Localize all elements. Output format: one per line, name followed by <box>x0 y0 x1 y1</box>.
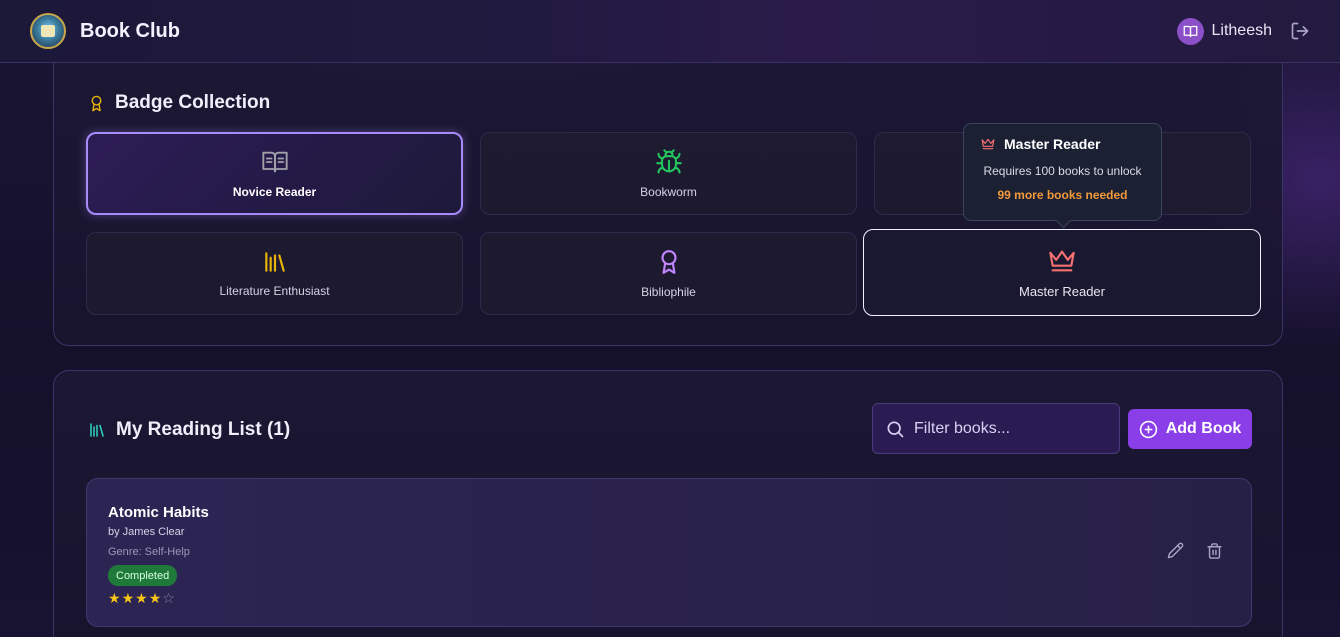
book-genre: Genre: Self-Help <box>108 546 190 558</box>
badge-novice-reader[interactable]: Novice Reader <box>86 132 463 215</box>
pencil-icon <box>1167 542 1184 559</box>
book-open-icon <box>261 151 288 173</box>
user-menu: Litheesh <box>1176 17 1311 45</box>
badge-master-reader[interactable]: Master Reader <box>863 229 1261 316</box>
crown-icon <box>1049 250 1075 271</box>
plus-circle-icon <box>1139 420 1157 438</box>
add-book-button[interactable]: Add Book <box>1128 409 1252 449</box>
bug-icon <box>655 149 682 174</box>
brand[interactable]: Book Club <box>30 13 180 49</box>
logout-button[interactable] <box>1290 21 1310 41</box>
tooltip-requirement: Requires 100 books to unlock <box>983 164 1142 178</box>
tooltip-header: Master Reader <box>980 136 1145 152</box>
filter-books-input[interactable] <box>914 419 1104 438</box>
book-item[interactable]: Atomic Habits by James Clear Genre: Self… <box>86 478 1252 627</box>
star-filled-icon[interactable]: ★ <box>108 591 121 605</box>
app-title: Book Club <box>80 19 180 42</box>
library-icon <box>90 423 104 437</box>
reading-list-card: My Reading List (1) Add Book Atomic Habi… <box>53 370 1283 637</box>
trash-icon <box>1207 543 1222 559</box>
badge-label: Bookworm <box>640 185 697 199</box>
edit-button[interactable] <box>1167 542 1184 560</box>
book-author: by James Clear <box>108 526 185 538</box>
badge-label: Master Reader <box>1019 283 1105 299</box>
star-filled-icon[interactable]: ★ <box>149 591 162 605</box>
tooltip-title: Master Reader <box>1004 136 1101 152</box>
star-filled-icon[interactable]: ★ <box>135 591 148 605</box>
reading-list-title: My Reading List (1) <box>88 419 290 441</box>
badge-label: Bibliophile <box>641 285 696 299</box>
star-filled-icon[interactable]: ★ <box>122 591 135 605</box>
award-icon <box>91 95 102 111</box>
badge-collection-heading: Badge Collection <box>115 92 271 113</box>
top-header: Book Club Litheesh <box>0 0 1340 63</box>
badge-bookworm[interactable]: Bookworm <box>480 132 857 215</box>
book-actions <box>1167 542 1223 560</box>
delete-button[interactable] <box>1206 542 1223 560</box>
club-logo <box>30 13 66 49</box>
tooltip-remaining: 99 more books needed <box>997 188 1128 202</box>
badge-collection-title: Badge Collection <box>88 92 270 114</box>
badge-collection-card: Badge Collection Novice Reader Bookworm … <box>53 56 1283 346</box>
user-name: Litheesh <box>1211 22 1273 39</box>
book-open-icon <box>1183 25 1197 37</box>
crown-icon <box>981 138 995 150</box>
filter-books-field[interactable] <box>872 403 1120 454</box>
reading-list-heading: My Reading List (1) <box>116 419 291 440</box>
avatar[interactable] <box>1176 17 1204 45</box>
badge-label: Literature Enthusiast <box>219 284 330 298</box>
badge-tooltip: Master Reader Requires 100 books to unlo… <box>963 123 1162 221</box>
book-title: Atomic Habits <box>108 504 209 521</box>
logout-icon <box>1291 22 1309 40</box>
star-rating[interactable]: ★ ★ ★ ★ ☆ <box>108 591 175 605</box>
add-book-label: Add Book <box>1165 420 1242 437</box>
badge-literature-enthusiast[interactable]: Literature Enthusiast <box>86 232 463 315</box>
star-empty-icon[interactable]: ☆ <box>162 591 175 605</box>
library-icon <box>264 252 285 272</box>
badge-bibliophile[interactable]: Bibliophile <box>480 232 857 315</box>
status-badge: Completed <box>108 565 178 586</box>
badge-label: Novice Reader <box>232 185 317 199</box>
search-icon <box>887 421 904 437</box>
award-icon <box>660 250 677 274</box>
